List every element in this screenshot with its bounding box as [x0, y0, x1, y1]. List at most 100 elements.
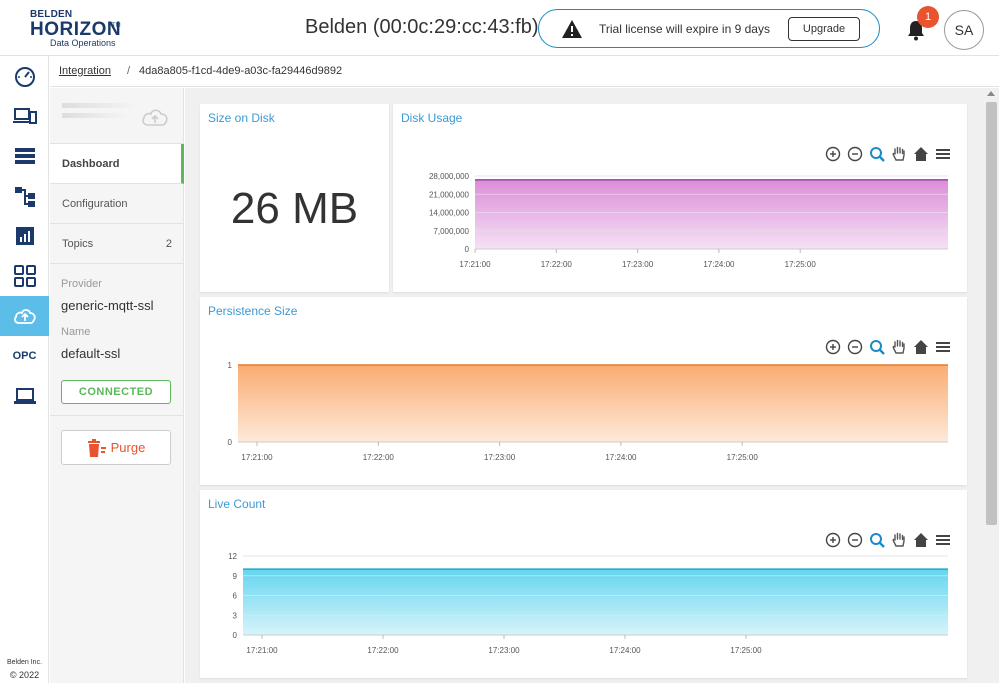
- provider-label: Provider: [61, 278, 102, 290]
- trial-message: Trial license will expire in 9 days: [599, 22, 770, 36]
- x-tick-label: 17:21:00: [241, 453, 273, 462]
- nav-devices[interactable]: [0, 96, 49, 136]
- y-tick-label: 6: [233, 592, 238, 601]
- y-tick-label: 0: [228, 438, 233, 447]
- x-tick-label: 17:24:00: [703, 260, 735, 269]
- scrollbar-thumb[interactable]: [986, 102, 997, 525]
- nav-rail: OPC Belden Inc. © 2022: [0, 56, 49, 683]
- vertical-scrollbar[interactable]: [984, 88, 999, 683]
- y-tick-label: 3: [233, 611, 238, 620]
- persistence-size-chart: 0 1 17:21:00 17:22:00 17:23:00 17:24:00 17:25:…: [228, 361, 948, 462]
- live-count-chart: 0 3 6 9 12 17:21:00 17:22:00 17:23:00 17:24:00 17…: [228, 552, 948, 655]
- user-avatar[interactable]: SA: [944, 10, 984, 50]
- y-tick-label: 9: [233, 572, 238, 581]
- breadcrumb-separator: /: [127, 65, 131, 77]
- nav-workflow[interactable]: [0, 176, 49, 216]
- notification-count-badge: 1: [917, 6, 939, 28]
- series-area: [238, 365, 948, 442]
- size-on-disk-title: Size on Disk: [208, 111, 275, 125]
- disk-usage-card: Disk Usage 0 7,000,000 14,000,000 21,000,00…: [393, 104, 967, 292]
- nav-apps[interactable]: [0, 256, 49, 296]
- nav-dashboard[interactable]: [0, 56, 49, 96]
- list-icon: [14, 148, 35, 164]
- trash-icon: [87, 438, 106, 457]
- tab-configuration[interactable]: Configuration: [50, 184, 184, 224]
- x-tick-label: 17:22:00: [363, 453, 395, 462]
- provider-value: generic-mqtt-ssl: [61, 298, 154, 313]
- tab-topics-label: Topics: [62, 238, 94, 250]
- blurred-text: [62, 103, 137, 108]
- y-tick-label: 28,000,000: [429, 172, 470, 181]
- logo-subtitle: Data Operations: [50, 38, 116, 48]
- copyright-footer: Belden Inc. © 2022: [0, 657, 49, 681]
- x-tick-label: 17:22:00: [367, 646, 399, 655]
- purge-label: Purge: [110, 440, 146, 455]
- trial-license-banner: Trial license will expire in 9 days Upgr…: [538, 9, 880, 48]
- nav-list[interactable]: [0, 136, 49, 176]
- name-label: Name: [61, 326, 91, 338]
- divider: [50, 415, 184, 416]
- x-tick-label: 17:21:00: [459, 260, 491, 269]
- integration-side-panel: Dashboard Configuration Topics 2 Provider…: [50, 88, 184, 683]
- x-tick-label: 17:25:00: [730, 646, 762, 655]
- y-tick-label: 14,000,000: [429, 209, 470, 218]
- logo-trademark: TM: [112, 23, 121, 29]
- nav-computer[interactable]: [0, 376, 49, 416]
- y-tick-label: 12: [228, 552, 237, 561]
- app-header: BELDEN HORIZON TM Data Operations Belden…: [0, 0, 999, 56]
- x-tick-label: 17:23:00: [488, 646, 520, 655]
- belden-horizon-logo[interactable]: BELDEN HORIZON TM Data Operations: [30, 9, 130, 49]
- workflow-icon: [14, 187, 35, 207]
- topics-count: 2: [165, 238, 172, 250]
- breadcrumb: Integration / 4da8a805-f1cd-4de9-a03c-fa…: [50, 57, 999, 87]
- tab-dashboard[interactable]: Dashboard: [50, 144, 184, 184]
- tab-configuration-label: Configuration: [62, 198, 128, 210]
- x-tick-label: 17:22:00: [541, 260, 573, 269]
- y-tick-label: 0: [233, 631, 238, 640]
- purge-button[interactable]: Purge: [61, 430, 171, 465]
- breadcrumb-integration-link[interactable]: Integration: [59, 65, 111, 77]
- x-tick-label: 17:21:00: [246, 646, 278, 655]
- size-on-disk-value: 26 MB: [230, 184, 359, 233]
- name-value: default-ssl: [61, 346, 121, 361]
- y-tick-label: 7,000,000: [433, 227, 469, 236]
- apps-grid-icon: [13, 265, 36, 287]
- connection-status-badge: CONNECTED: [61, 380, 171, 404]
- x-tick-label: 17:25:00: [785, 260, 817, 269]
- nav-analytics[interactable]: [0, 216, 49, 256]
- footer-year: © 2022: [9, 670, 40, 680]
- y-tick-label: 1: [228, 361, 233, 370]
- persistence-size-card: Persistence Size 0 1 17:21:00 17:22:00 17:23…: [200, 297, 967, 485]
- cloud-upload-icon: [142, 109, 168, 126]
- x-tick-label: 17:24:00: [609, 646, 641, 655]
- x-tick-label: 17:25:00: [727, 453, 759, 462]
- disk-usage-chart: 0 7,000,000 14,000,000 21,000,000 28,000,000…: [429, 172, 948, 269]
- nav-cloud-integration[interactable]: [0, 296, 49, 336]
- y-tick-label: 21,000,000: [429, 190, 470, 199]
- scroll-up-arrow-icon[interactable]: [987, 91, 995, 96]
- breadcrumb-current: 4da8a805-f1cd-4de9-a03c-fa29446d9892: [139, 65, 343, 77]
- size-on-disk-card: Size on Disk 26 MB: [200, 104, 389, 292]
- laptop-icon: [13, 388, 36, 404]
- y-tick-label: 0: [465, 245, 470, 254]
- dashboard-main: Size on Disk 26 MB Disk Usage 0 7,000,000…: [185, 88, 984, 683]
- x-tick-label: 17:23:00: [622, 260, 654, 269]
- nav-opc[interactable]: OPC: [0, 336, 49, 376]
- tab-topics[interactable]: Topics 2: [50, 224, 184, 264]
- opc-label: OPC: [12, 350, 37, 362]
- dashboard-gauge-icon: [14, 67, 35, 87]
- upgrade-button[interactable]: Upgrade: [788, 17, 860, 41]
- tab-dashboard-label: Dashboard: [62, 158, 120, 170]
- devices-icon: [12, 108, 37, 124]
- x-tick-label: 17:23:00: [484, 453, 516, 462]
- x-tick-label: 17:24:00: [605, 453, 637, 462]
- cloud-upload-icon: [13, 309, 36, 324]
- footer-company: Belden Inc.: [6, 659, 43, 666]
- chart-icon: [15, 227, 34, 245]
- series-area: [475, 179, 948, 249]
- series-area: [243, 569, 948, 635]
- live-count-card: Live Count 0 3 6 9 12 17:21:00 17:22:00 17:23:0…: [200, 490, 967, 678]
- device-title: Belden (00:0c:29:cc:43:fb): [305, 16, 539, 38]
- blurred-text: [62, 113, 127, 118]
- integration-header: [50, 88, 184, 144]
